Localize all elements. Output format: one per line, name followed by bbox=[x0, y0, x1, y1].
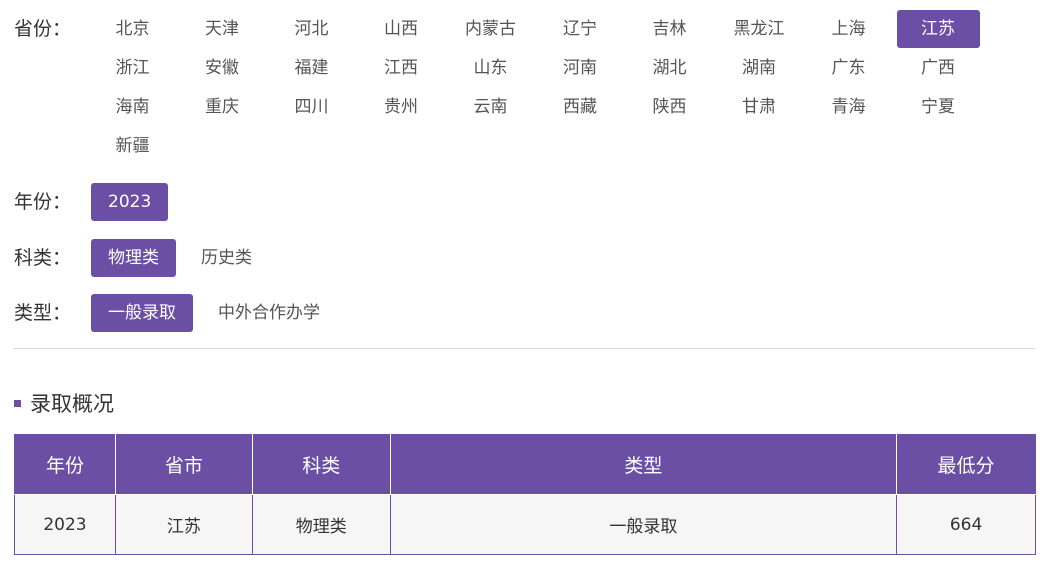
table-header-province: 省市 bbox=[114, 434, 253, 495]
type-option[interactable]: 一般录取 bbox=[91, 294, 193, 332]
category-filter: 科类： 物理类 历史类 bbox=[14, 239, 277, 277]
province-option[interactable]: 福建 bbox=[270, 49, 353, 87]
table-header-type: 类型 bbox=[389, 434, 898, 495]
type-option[interactable]: 中外合作办学 bbox=[201, 294, 337, 332]
province-option[interactable]: 河北 bbox=[270, 10, 353, 48]
province-option[interactable]: 宁夏 bbox=[897, 88, 980, 126]
province-filter: 省份： 北京 天津 河北 山西 内蒙古 辽宁 吉林 黑龙江 上海 江苏浙江 安徽 福建 江西 山东 河南 湖北… bbox=[14, 10, 986, 166]
table-header-row: 年份 省市 科类 类型 最低分 bbox=[14, 434, 1036, 495]
province-option[interactable]: 重庆 bbox=[181, 88, 264, 126]
table-header-category: 科类 bbox=[251, 434, 391, 495]
province-option[interactable]: 四川 bbox=[270, 88, 353, 126]
admission-table: 年份 省市 科类 类型 最低分 2023 江苏 物理类 一般录取 664 bbox=[14, 434, 1036, 555]
province-option[interactable]: 海南 bbox=[91, 88, 174, 126]
type-filter-label: 类型： bbox=[14, 302, 72, 324]
type-filter: 类型： 一般录取 中外合作办学 bbox=[14, 294, 345, 332]
cell-category: 物理类 bbox=[251, 494, 391, 555]
province-option[interactable]: 上海 bbox=[807, 10, 890, 48]
table-header-year: 年份 bbox=[14, 434, 116, 495]
cell-year: 2023 bbox=[14, 494, 116, 555]
province-option[interactable]: 甘肃 bbox=[718, 88, 801, 126]
cell-type: 一般录取 bbox=[389, 494, 898, 555]
province-option[interactable]: 江苏 bbox=[896, 10, 980, 48]
type-options: 一般录取 中外合作办学 bbox=[91, 294, 345, 332]
province-option[interactable]: 青海 bbox=[807, 88, 890, 126]
divider bbox=[14, 348, 1035, 349]
province-option[interactable]: 云南 bbox=[449, 88, 532, 126]
province-option[interactable]: 陕西 bbox=[628, 88, 711, 126]
year-filter: 年份： 2023 bbox=[14, 183, 176, 221]
year-option[interactable]: 2023 bbox=[91, 183, 169, 221]
province-option[interactable]: 内蒙古 bbox=[449, 10, 532, 48]
table-header-min-score: 最低分 bbox=[896, 434, 1036, 495]
province-option[interactable]: 湖北 bbox=[628, 49, 711, 87]
category-option[interactable]: 历史类 bbox=[184, 239, 269, 277]
province-option[interactable]: 山东 bbox=[449, 49, 532, 87]
province-options: 北京 天津 河北 山西 内蒙古 辽宁 吉林 黑龙江 上海 江苏浙江 安徽 福建 江西 山东 河南 湖北 湖南 广东… bbox=[91, 10, 986, 166]
province-option[interactable]: 北京 bbox=[91, 10, 174, 48]
province-option[interactable]: 河南 bbox=[539, 49, 622, 87]
province-option[interactable]: 浙江 bbox=[91, 49, 174, 87]
province-option[interactable]: 广东 bbox=[807, 49, 890, 87]
province-option[interactable]: 贵州 bbox=[360, 88, 443, 126]
province-option[interactable]: 江西 bbox=[360, 49, 443, 87]
province-filter-label: 省份： bbox=[14, 18, 72, 40]
province-option[interactable]: 安徽 bbox=[181, 49, 264, 87]
province-option[interactable]: 山西 bbox=[360, 10, 443, 48]
category-filter-label: 科类： bbox=[14, 247, 72, 269]
province-option[interactable]: 黑龙江 bbox=[718, 10, 801, 48]
section-title: 录取概况 bbox=[14, 388, 114, 418]
province-option[interactable]: 新疆 bbox=[91, 127, 174, 165]
cell-province: 江苏 bbox=[114, 494, 253, 555]
section-title-text: 录取概况 bbox=[30, 392, 114, 416]
province-option[interactable]: 吉林 bbox=[628, 10, 711, 48]
province-option[interactable]: 天津 bbox=[181, 10, 264, 48]
cell-min-score: 664 bbox=[896, 494, 1036, 555]
province-option[interactable]: 辽宁 bbox=[539, 10, 622, 48]
category-option[interactable]: 物理类 bbox=[91, 239, 176, 277]
year-options: 2023 bbox=[91, 183, 176, 221]
category-options: 物理类 历史类 bbox=[91, 239, 277, 277]
year-filter-label: 年份： bbox=[14, 191, 72, 213]
province-option[interactable]: 西藏 bbox=[539, 88, 622, 126]
province-option[interactable]: 广西 bbox=[897, 49, 980, 87]
province-option[interactable]: 湖南 bbox=[718, 49, 801, 87]
section-marker-icon bbox=[14, 399, 21, 407]
table-row: 2023 江苏 物理类 一般录取 664 bbox=[14, 494, 1036, 555]
